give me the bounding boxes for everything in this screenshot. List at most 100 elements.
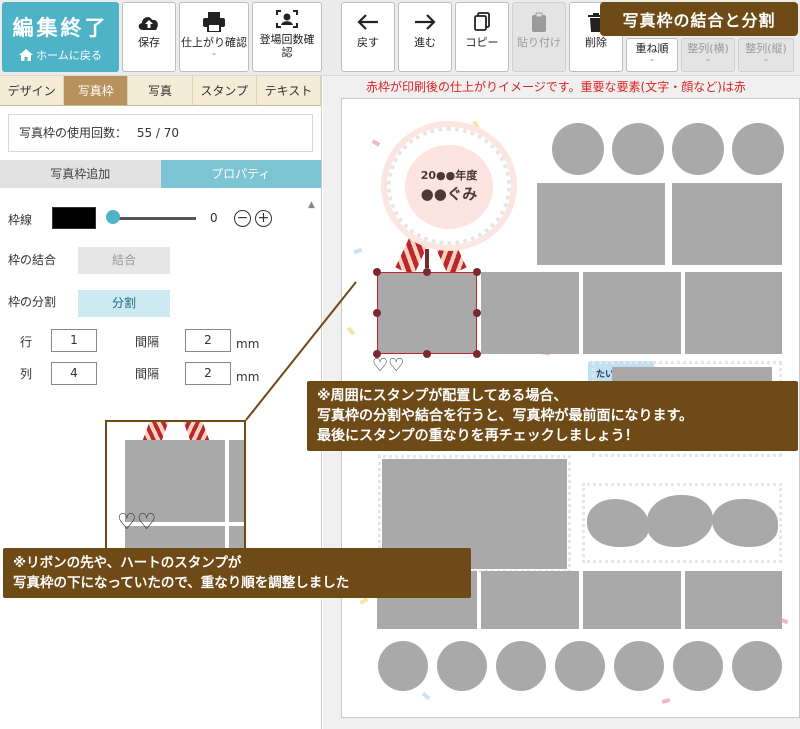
- photo-frame-circle[interactable]: [732, 123, 784, 175]
- photo-frame-circle[interactable]: [612, 123, 664, 175]
- callout-order-adjusted: ※リボンの先や、ハートのスタンプが 写真枠の下になっていたので、重なり順を調整し…: [3, 548, 471, 598]
- toolbar: 編集終了 ホームに戻る 保存 仕上がり確認 ⌄ 登場回数確認 戻す 進む コピー…: [0, 0, 800, 76]
- photo-frame-circle[interactable]: [673, 641, 723, 691]
- col-gap-unit: mm: [236, 370, 260, 384]
- tab-photo[interactable]: 写真: [128, 76, 193, 105]
- callout-line: ※リボンの先や、ハートのスタンプが: [13, 555, 242, 571]
- clipboard-icon: [532, 12, 546, 32]
- col-count-input[interactable]: 4: [51, 362, 97, 385]
- chevron-down-icon: ⌄: [704, 54, 712, 63]
- save-button[interactable]: 保存: [122, 2, 176, 72]
- col-gap-input[interactable]: 2: [185, 362, 231, 385]
- border-label: 枠線: [8, 213, 33, 227]
- split-label: 枠の分割: [8, 295, 57, 309]
- left-panel: デザイン 写真枠 写真 スタンプ テキスト 写真枠の使用回数： 55 / 70 …: [0, 76, 322, 729]
- callout-line: 最後にスタンプの重なりを再チェックしましょう！: [317, 428, 639, 444]
- copy-button[interactable]: コピー: [455, 2, 509, 72]
- copy-icon: [474, 12, 490, 31]
- callout-stamp-layer-warning: ※周囲にスタンプが配置してある場合、 写真枠の分割や結合を行うと、写真枠が最前面…: [307, 381, 798, 451]
- print-area-notice: 赤枠が印刷後の仕上がりイメージです。重要な要素(文字・顔など)は赤: [366, 80, 746, 94]
- panel-tabs: デザイン 写真枠 写真 スタンプ テキスト: [0, 76, 322, 106]
- finish-edit-label: 編集終了: [12, 16, 109, 40]
- badge-year-text: 20●●年度: [420, 169, 478, 182]
- border-width-value: 0: [210, 211, 218, 225]
- zoom-inset: ♡♡: [105, 420, 246, 550]
- row-gap-input[interactable]: 2: [185, 329, 231, 352]
- heart-stamp[interactable]: ♡♡: [372, 355, 404, 376]
- row-label: 行: [20, 335, 33, 349]
- arrow-left-icon: [357, 14, 378, 30]
- row-gap-unit: mm: [236, 337, 260, 351]
- align-vertical-button[interactable]: 整列(縦) ⌄: [738, 38, 794, 72]
- paste-button[interactable]: 貼り付け: [512, 2, 566, 72]
- photo-frame[interactable]: [672, 183, 782, 265]
- merge-label: 枠の結合: [8, 253, 57, 267]
- chevron-down-icon: ⌄: [648, 54, 656, 63]
- tab-add-frame[interactable]: 写真枠追加: [0, 160, 161, 188]
- finish-edit-button[interactable]: 編集終了 ホームに戻る: [2, 2, 119, 72]
- border-width-slider-track[interactable]: [112, 217, 196, 220]
- cloud-upload-icon: [138, 17, 158, 30]
- photo-frame-circle[interactable]: [378, 641, 428, 691]
- photo-frame-circle[interactable]: [496, 641, 546, 691]
- photo-frame[interactable]: [481, 571, 579, 629]
- photo-frame[interactable]: [583, 272, 681, 354]
- arrow-right-icon: [415, 14, 436, 30]
- photo-frame-circle[interactable]: [555, 641, 605, 691]
- scroll-up-arrow[interactable]: ▲: [308, 200, 315, 210]
- printer-icon: [203, 12, 225, 32]
- appearance-count-button[interactable]: 登場回数確認: [252, 2, 322, 72]
- photo-frame-circle[interactable]: [614, 641, 664, 691]
- chevron-down-icon: ⌄: [762, 54, 770, 63]
- undo-button[interactable]: 戻す: [341, 2, 395, 72]
- border-width-slider-handle[interactable]: [106, 210, 120, 224]
- zoom-photo-frame: [229, 526, 244, 548]
- frame-usage-label: 写真枠の使用回数：: [19, 126, 128, 140]
- row-gap-label: 間隔: [135, 335, 160, 349]
- photo-frame-circle[interactable]: [732, 641, 782, 691]
- zoom-photo-frame: [229, 440, 244, 522]
- col-gap-label: 間隔: [135, 367, 160, 381]
- photo-frame-circle[interactable]: [552, 123, 604, 175]
- property-subtabs: 写真枠追加 プロパティ: [0, 160, 321, 188]
- chevron-down-icon: ⌄: [210, 48, 218, 57]
- layer-order-button[interactable]: 重ね順 ⌄: [626, 38, 678, 72]
- border-color-swatch[interactable]: [52, 207, 96, 229]
- photo-frame-circle[interactable]: [437, 641, 487, 691]
- home-icon: [19, 49, 34, 61]
- split-button[interactable]: 分割: [78, 290, 170, 317]
- paste-label: 貼り付け: [517, 36, 561, 49]
- merge-button[interactable]: 結合: [78, 247, 170, 274]
- selected-photo-frame[interactable]: [377, 272, 477, 354]
- frame-usage-box: 写真枠の使用回数： 55 / 70: [8, 114, 313, 152]
- tab-properties[interactable]: プロパティ: [160, 160, 321, 188]
- photo-frame[interactable]: [685, 571, 782, 629]
- tab-design[interactable]: デザイン: [0, 76, 65, 105]
- photo-frame[interactable]: [583, 571, 681, 629]
- align-horizontal-button[interactable]: 整列(横) ⌄: [681, 38, 735, 72]
- save-label: 保存: [138, 36, 160, 49]
- redo-button[interactable]: 進む: [398, 2, 452, 72]
- redo-label: 進む: [414, 36, 436, 49]
- tab-photo-frame[interactable]: 写真枠: [64, 76, 129, 105]
- row-count-input[interactable]: 1: [51, 329, 97, 352]
- callout-line: ※周囲にスタンプが配置してある場合、: [317, 388, 568, 404]
- dotted-frame-border: [582, 483, 782, 563]
- undo-label: 戻す: [357, 36, 379, 49]
- tab-stamp[interactable]: スタンプ: [193, 76, 257, 105]
- minus-icon[interactable]: −: [234, 210, 251, 227]
- callout-line: 写真枠の分割や結合を行うと、写真枠が最前面になります。: [317, 408, 694, 424]
- home-link[interactable]: ホームに戻る: [2, 47, 119, 63]
- plus-icon[interactable]: +: [255, 210, 272, 227]
- photo-frame-circle[interactable]: [672, 123, 724, 175]
- photo-frame[interactable]: [481, 272, 579, 354]
- appearance-count-label: 登場回数確認: [259, 33, 315, 59]
- class-badge-stamp[interactable]: 20●●年度 ●●ぐみ: [387, 127, 511, 245]
- callout-line: 写真枠の下になっていたので、重なり順を調整しました: [13, 575, 350, 591]
- badge-class-text: ●●ぐみ: [420, 185, 478, 203]
- tab-text[interactable]: テキスト: [257, 76, 322, 105]
- heart-stamp: ♡♡: [117, 510, 157, 535]
- photo-frame[interactable]: [537, 183, 665, 265]
- preview-button[interactable]: 仕上がり確認 ⌄: [179, 2, 249, 72]
- photo-frame[interactable]: [685, 272, 782, 354]
